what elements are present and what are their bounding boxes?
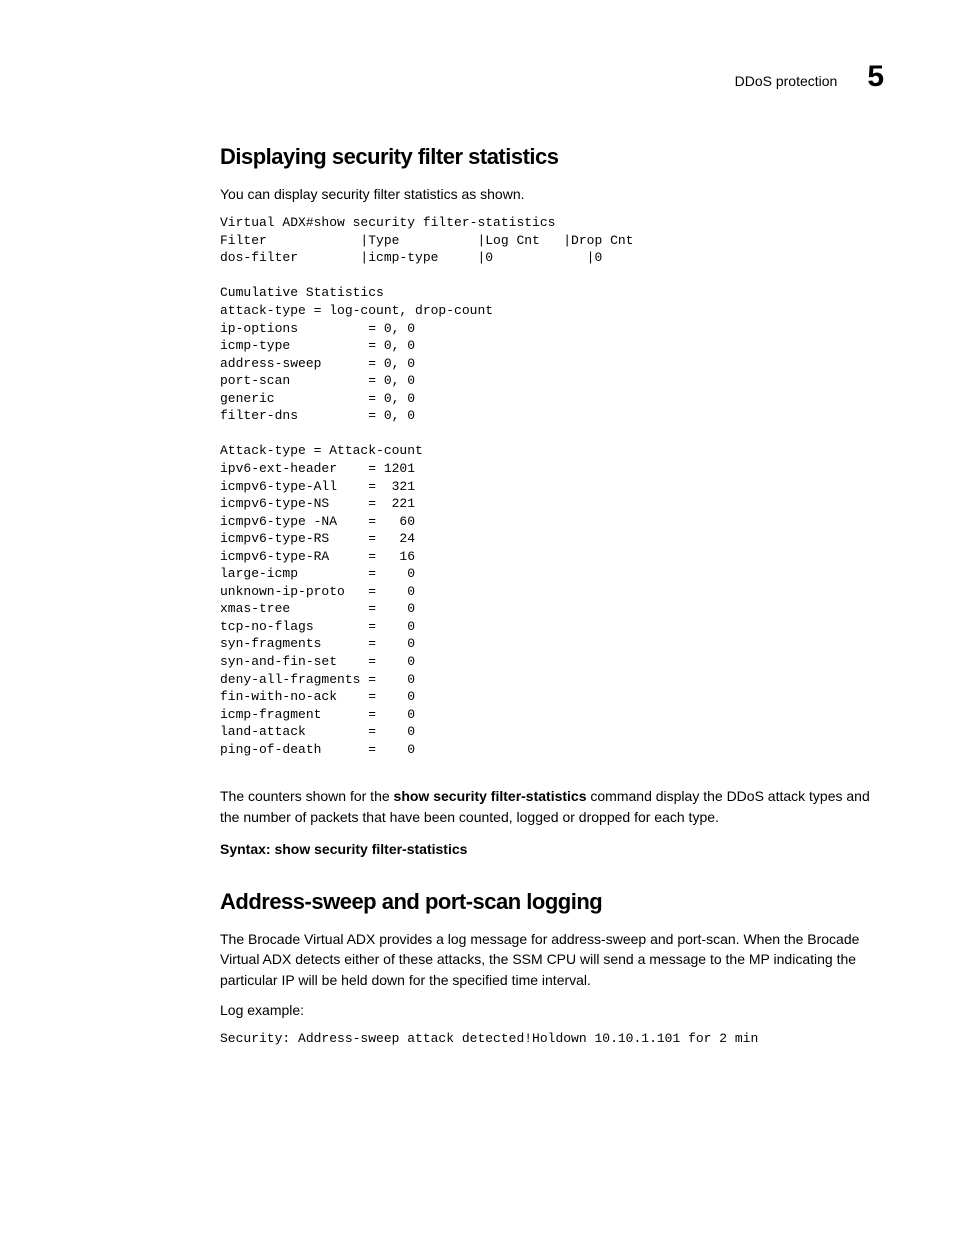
syntax-command: show security filter-statistics	[274, 841, 467, 857]
log-example-label: Log example:	[220, 1000, 884, 1020]
explain-paragraph: The counters shown for the show security…	[220, 786, 884, 827]
page: DDoS protection 5 Displaying security fi…	[0, 0, 954, 1235]
syntax-label: Syntax:	[220, 841, 274, 857]
syntax-line: Syntax: show security filter-statistics	[220, 839, 884, 859]
explain-text-pre: The counters shown for the	[220, 788, 394, 804]
intro-paragraph: You can display security filter statisti…	[220, 184, 884, 204]
code-block-log: Security: Address-sweep attack detected!…	[220, 1030, 884, 1048]
chapter-number: 5	[867, 60, 884, 94]
explain-command: show security filter-statistics	[394, 788, 587, 804]
section-title-statistics: Displaying security filter statistics	[220, 144, 884, 170]
header-label: DDoS protection	[735, 73, 838, 89]
section-title-logging: Address-sweep and port-scan logging	[220, 889, 884, 915]
page-header: DDoS protection 5	[220, 60, 884, 94]
code-block-statistics: Virtual ADX#show security filter-statist…	[220, 214, 884, 758]
logging-paragraph: The Brocade Virtual ADX provides a log m…	[220, 929, 884, 990]
